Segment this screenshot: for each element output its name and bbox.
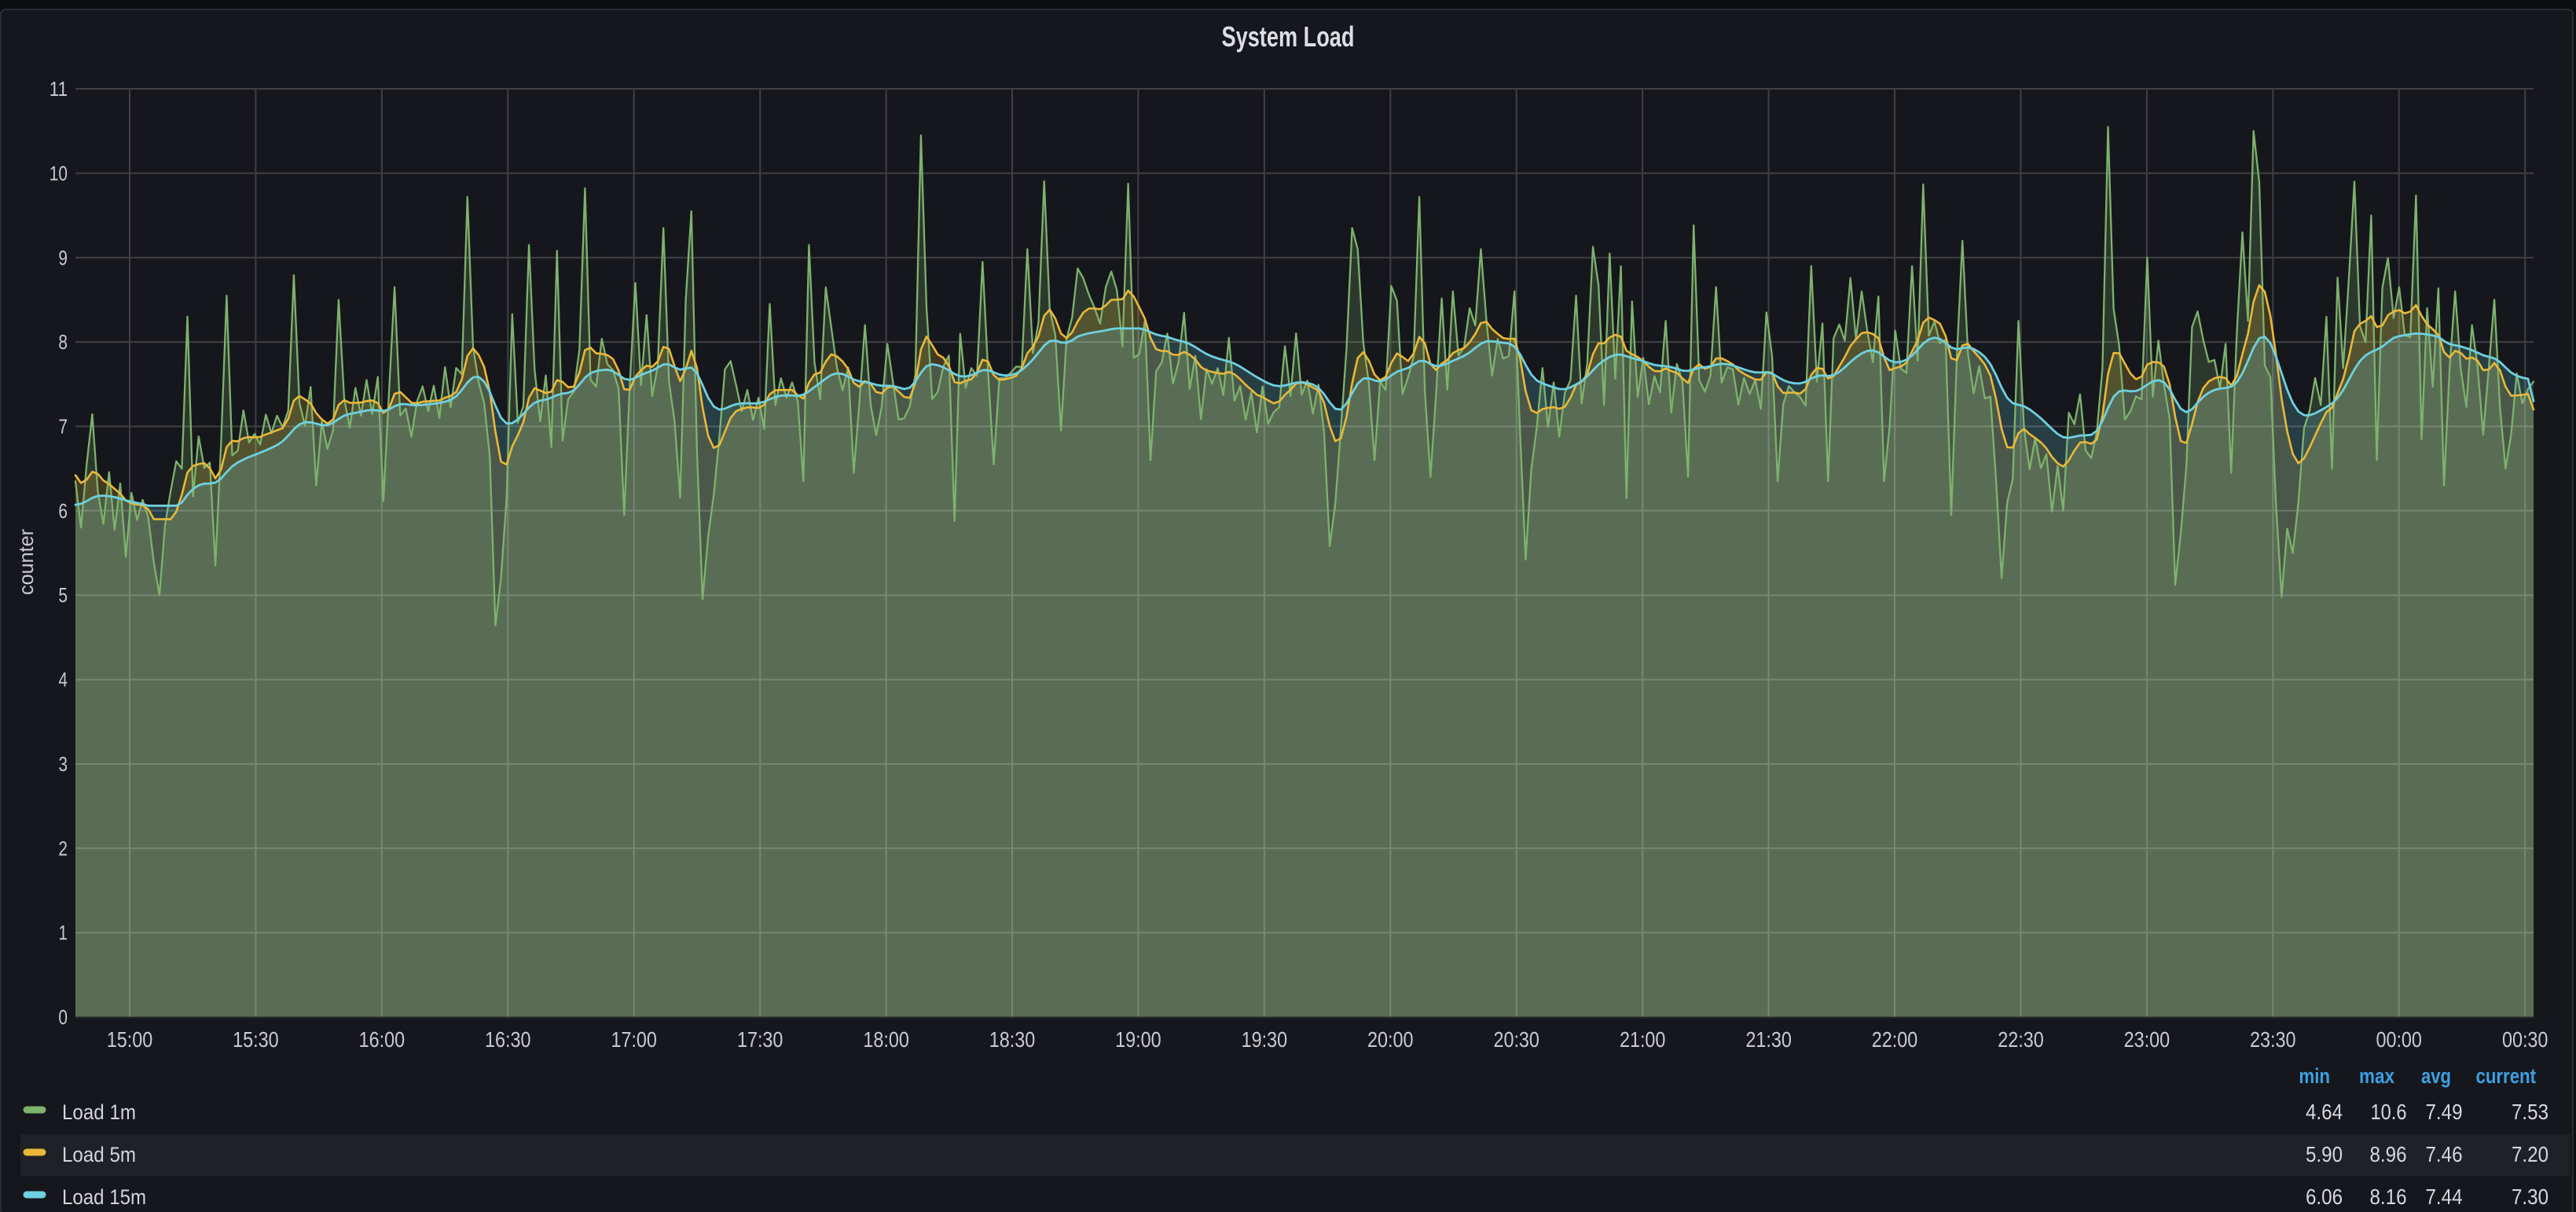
svg-text:22:30: 22:30 [1998, 1027, 2044, 1052]
svg-text:10.6: 10.6 [2371, 1100, 2407, 1124]
svg-text:7.30: 7.30 [2512, 1184, 2548, 1209]
svg-text:current: current [2476, 1064, 2537, 1088]
svg-text:0: 0 [58, 1007, 68, 1029]
svg-text:8.16: 8.16 [2370, 1184, 2407, 1209]
svg-text:20:00: 20:00 [1367, 1027, 1414, 1052]
svg-text:counter: counter [14, 529, 38, 595]
svg-text:8.96: 8.96 [2370, 1142, 2407, 1166]
svg-text:4: 4 [58, 670, 68, 692]
svg-text:10: 10 [50, 163, 68, 185]
svg-text:1: 1 [58, 923, 68, 945]
svg-text:11: 11 [50, 79, 68, 101]
svg-text:Load 5m: Load 5m [62, 1143, 136, 1166]
svg-text:20:30: 20:30 [1493, 1027, 1539, 1052]
svg-text:21:00: 21:00 [1620, 1027, 1666, 1052]
svg-text:2: 2 [58, 838, 68, 860]
svg-text:15:00: 15:00 [107, 1027, 153, 1052]
svg-text:avg: avg [2421, 1064, 2451, 1088]
svg-text:23:00: 23:00 [2124, 1027, 2171, 1052]
svg-text:7.53: 7.53 [2512, 1100, 2548, 1124]
svg-text:4.64: 4.64 [2306, 1100, 2343, 1124]
svg-text:19:30: 19:30 [1242, 1027, 1288, 1052]
svg-text:00:00: 00:00 [2376, 1027, 2422, 1052]
svg-text:Load 15m: Load 15m [62, 1185, 146, 1209]
svg-text:23:30: 23:30 [2250, 1027, 2296, 1052]
svg-text:5.90: 5.90 [2306, 1142, 2343, 1166]
svg-text:System Load: System Load [1222, 20, 1355, 53]
svg-text:16:00: 16:00 [359, 1027, 405, 1052]
svg-text:5: 5 [58, 585, 68, 607]
svg-text:min: min [2299, 1064, 2330, 1088]
svg-text:16:30: 16:30 [485, 1027, 531, 1052]
svg-text:18:30: 18:30 [989, 1027, 1036, 1052]
svg-text:6.06: 6.06 [2306, 1184, 2343, 1209]
svg-text:7.44: 7.44 [2426, 1184, 2463, 1209]
svg-text:max: max [2359, 1064, 2394, 1088]
svg-text:21:30: 21:30 [1745, 1027, 1792, 1052]
svg-text:19:00: 19:00 [1115, 1027, 1161, 1052]
svg-text:7.49: 7.49 [2426, 1100, 2463, 1124]
svg-text:22:00: 22:00 [1872, 1027, 1918, 1052]
svg-text:15:30: 15:30 [233, 1027, 279, 1052]
svg-text:3: 3 [58, 754, 68, 776]
svg-text:7.46: 7.46 [2426, 1142, 2463, 1166]
svg-text:Load 1m: Load 1m [62, 1100, 136, 1124]
svg-text:9: 9 [58, 248, 68, 270]
svg-text:7: 7 [58, 417, 68, 439]
svg-text:17:00: 17:00 [611, 1027, 657, 1052]
svg-text:18:00: 18:00 [863, 1027, 909, 1052]
svg-text:6: 6 [58, 501, 68, 523]
svg-text:8: 8 [58, 332, 68, 354]
svg-text:00:30: 00:30 [2502, 1027, 2548, 1052]
svg-text:7.20: 7.20 [2512, 1142, 2548, 1166]
svg-text:17:30: 17:30 [737, 1027, 783, 1052]
